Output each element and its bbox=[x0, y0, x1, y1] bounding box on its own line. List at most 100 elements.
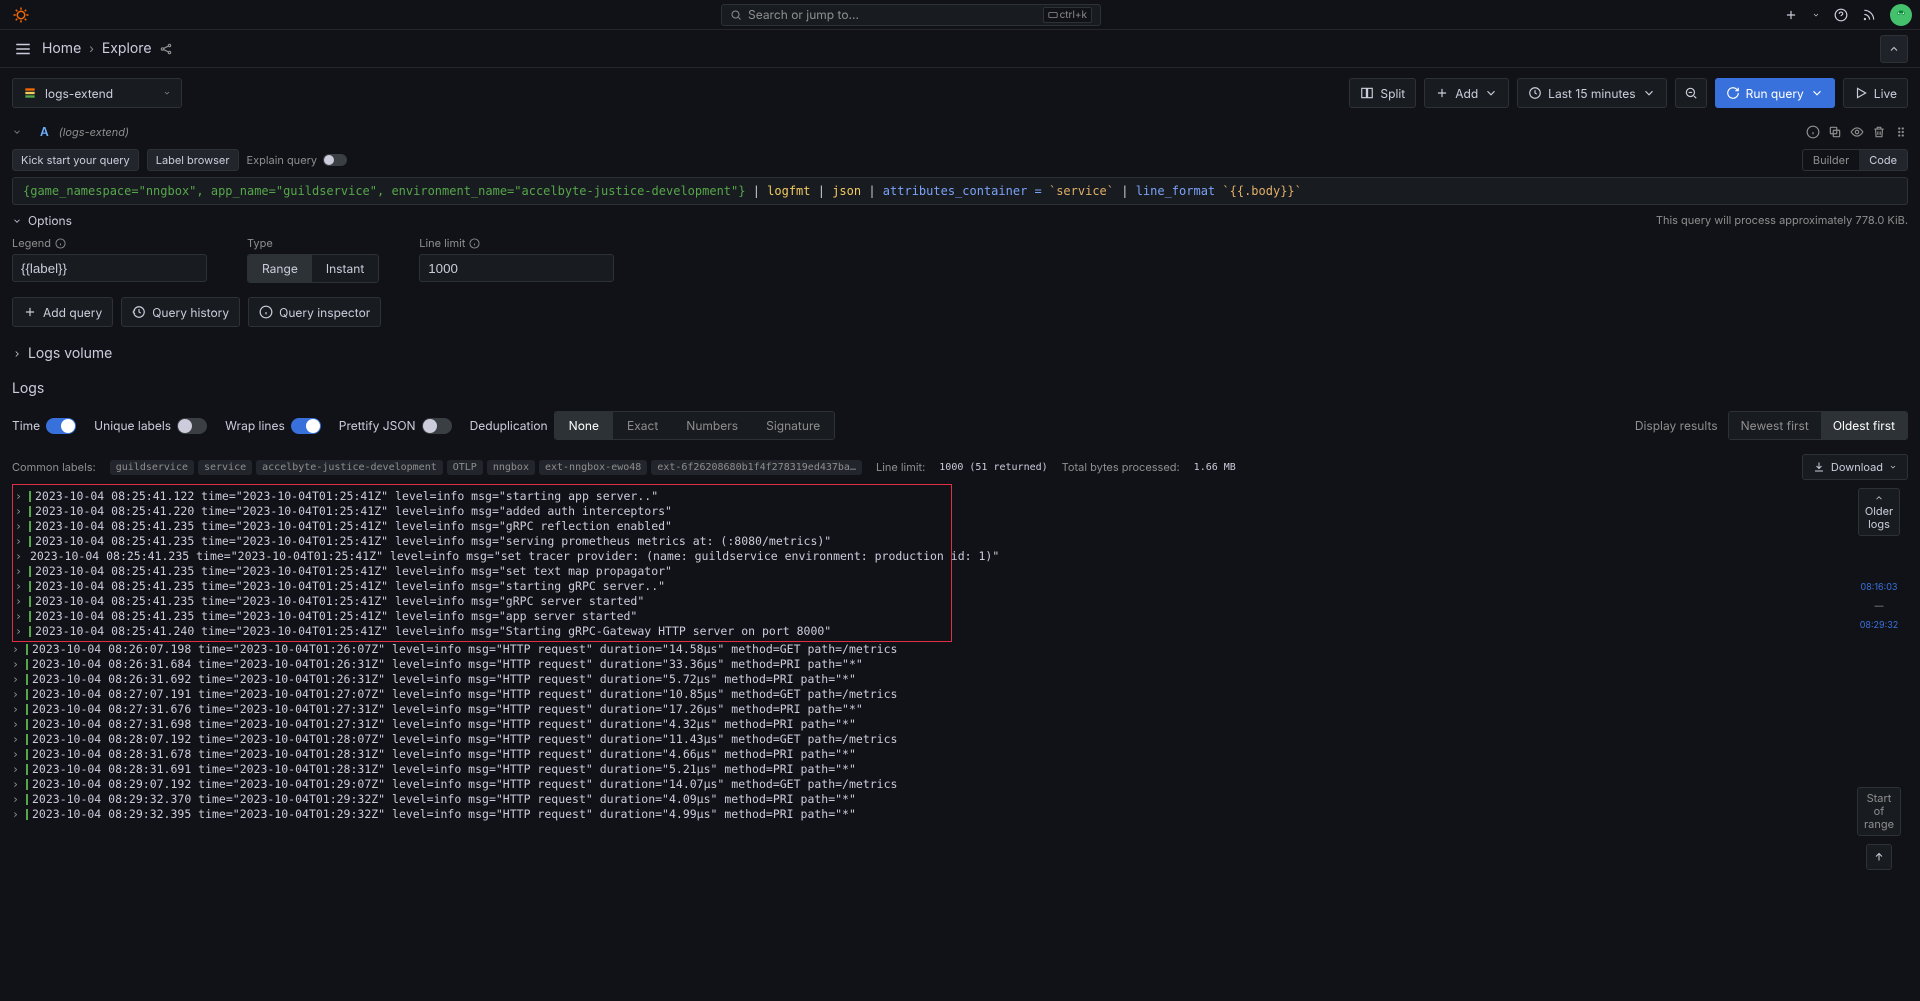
split-button[interactable]: Split bbox=[1349, 78, 1416, 108]
label-browser-button[interactable]: Label browser bbox=[147, 149, 239, 171]
log-level-bar bbox=[26, 659, 28, 670]
log-line[interactable]: ›2023-10-04 08:25:41.220 time="2023-10-0… bbox=[15, 504, 949, 519]
log-level-bar bbox=[29, 596, 31, 607]
time-range-button[interactable]: Last 15 minutes bbox=[1517, 78, 1666, 108]
menu-toggle-icon[interactable] bbox=[12, 38, 34, 60]
options-toggle[interactable]: Options bbox=[12, 213, 614, 228]
log-line[interactable]: ›2023-10-04 08:25:41.235 time="2023-10-0… bbox=[15, 609, 949, 624]
search-input[interactable]: Search or jump to... ctrl+k bbox=[721, 4, 1101, 26]
collapse-panel-button[interactable] bbox=[1880, 35, 1908, 63]
split-icon bbox=[1360, 86, 1374, 100]
log-line[interactable]: ›2023-10-04 08:25:41.235 time="2023-10-0… bbox=[15, 579, 949, 594]
chevron-down-icon[interactable] bbox=[1812, 11, 1820, 19]
add-query-button[interactable]: Add query bbox=[12, 297, 113, 327]
log-line[interactable]: ›2023-10-04 08:29:07.192 time="2023-10-0… bbox=[12, 777, 1850, 792]
log-level-bar bbox=[26, 794, 28, 805]
log-line[interactable]: ›2023-10-04 08:28:31.678 time="2023-10-0… bbox=[12, 747, 1850, 762]
plus-icon[interactable] bbox=[1784, 8, 1798, 22]
log-line[interactable]: ›2023-10-04 08:29:32.370 time="2023-10-0… bbox=[12, 792, 1850, 807]
zoom-out-button[interactable] bbox=[1675, 78, 1707, 108]
breadcrumb-separator: › bbox=[89, 41, 94, 56]
log-line[interactable]: ›2023-10-04 08:25:41.235 time="2023-10-0… bbox=[15, 519, 949, 534]
query-history-button[interactable]: Query history bbox=[121, 297, 240, 327]
logs-volume-toggle[interactable]: Logs volume bbox=[12, 345, 1908, 362]
chevron-down-icon bbox=[12, 216, 22, 226]
dedup-exact[interactable]: Exact bbox=[613, 412, 672, 439]
log-line[interactable]: ›2023-10-04 08:27:07.191 time="2023-10-0… bbox=[12, 687, 1850, 702]
chevron-right-icon: › bbox=[12, 702, 22, 717]
query-size-info: This query will process approximately 77… bbox=[1656, 213, 1908, 227]
breadcrumb-home[interactable]: Home bbox=[42, 40, 81, 57]
chevron-down-icon[interactable] bbox=[12, 127, 22, 137]
log-line[interactable]: ›2023-10-04 08:26:31.684 time="2023-10-0… bbox=[12, 657, 1850, 672]
common-label-chip: accelbyte-justice-development bbox=[256, 460, 443, 475]
eye-icon[interactable] bbox=[1850, 125, 1864, 139]
explain-query-toggle[interactable] bbox=[323, 154, 347, 166]
type-range[interactable]: Range bbox=[248, 255, 312, 282]
rss-icon[interactable] bbox=[1862, 8, 1876, 22]
opt-pretty-toggle[interactable] bbox=[422, 418, 452, 434]
datasource-select[interactable]: logs-extend bbox=[12, 78, 182, 108]
tab-code[interactable]: Code bbox=[1859, 150, 1907, 170]
sort-newest[interactable]: Newest first bbox=[1729, 412, 1821, 439]
log-line[interactable]: ›2023-10-04 08:25:41.235 time="2023-10-0… bbox=[15, 549, 949, 564]
log-text: 2023-10-04 08:25:41.235 time="2023-10-04… bbox=[35, 534, 831, 549]
zoom-out-icon bbox=[1684, 86, 1698, 100]
legend-input[interactable] bbox=[12, 254, 207, 282]
kick-start-button[interactable]: Kick start your query bbox=[12, 149, 139, 171]
log-line[interactable]: ›2023-10-04 08:28:07.192 time="2023-10-0… bbox=[12, 732, 1850, 747]
log-line[interactable]: ›2023-10-04 08:29:32.395 time="2023-10-0… bbox=[12, 807, 1850, 822]
chevron-right-icon: › bbox=[12, 762, 22, 777]
dedup-none[interactable]: None bbox=[555, 412, 613, 439]
breadcrumb-explore[interactable]: Explore bbox=[102, 40, 152, 57]
grafana-logo-icon[interactable] bbox=[12, 6, 30, 24]
sort-oldest[interactable]: Oldest first bbox=[1821, 412, 1907, 439]
highlighted-log-group: ›2023-10-04 08:25:41.122 time="2023-10-0… bbox=[12, 484, 952, 642]
history-icon bbox=[132, 305, 146, 319]
download-button[interactable]: Download bbox=[1802, 454, 1908, 480]
log-line[interactable]: ›2023-10-04 08:25:41.235 time="2023-10-0… bbox=[15, 594, 949, 609]
chevron-right-icon bbox=[12, 349, 22, 359]
run-query-button[interactable]: Run query bbox=[1715, 78, 1835, 108]
query-letter[interactable]: A bbox=[40, 124, 49, 139]
log-line[interactable]: ›2023-10-04 08:26:31.692 time="2023-10-0… bbox=[12, 672, 1850, 687]
log-line[interactable]: ›2023-10-04 08:28:31.691 time="2023-10-0… bbox=[12, 762, 1850, 777]
opt-unique-toggle[interactable] bbox=[177, 418, 207, 434]
opt-unique-label: Unique labels bbox=[94, 418, 171, 433]
older-logs-button[interactable]: Older logs bbox=[1858, 488, 1900, 536]
explain-query-label: Explain query bbox=[247, 153, 318, 167]
log-line[interactable]: ›2023-10-04 08:27:31.698 time="2023-10-0… bbox=[12, 717, 1850, 732]
chevron-right-icon: › bbox=[15, 594, 25, 609]
live-button[interactable]: Live bbox=[1843, 78, 1908, 108]
log-line[interactable]: ›2023-10-04 08:25:41.235 time="2023-10-0… bbox=[15, 534, 949, 549]
add-button[interactable]: Add bbox=[1424, 78, 1509, 108]
info-icon[interactable] bbox=[1806, 125, 1820, 139]
opt-dedup-label: Deduplication bbox=[470, 418, 548, 433]
opt-time-toggle[interactable] bbox=[46, 418, 76, 434]
scroll-to-top-button[interactable] bbox=[1866, 844, 1892, 870]
dedup-numbers[interactable]: Numbers bbox=[672, 412, 752, 439]
drag-handle-icon[interactable] bbox=[1894, 125, 1908, 139]
chevron-right-icon: › bbox=[15, 549, 22, 564]
log-line[interactable]: ›2023-10-04 08:26:07.198 time="2023-10-0… bbox=[12, 642, 1850, 657]
rail-ts-end: 08:29:32 bbox=[1860, 620, 1899, 631]
log-line[interactable]: ›2023-10-04 08:27:31.676 time="2023-10-0… bbox=[12, 702, 1850, 717]
log-level-bar bbox=[26, 749, 28, 760]
log-line[interactable]: ›2023-10-04 08:25:41.122 time="2023-10-0… bbox=[15, 489, 949, 504]
line-limit-input[interactable] bbox=[419, 254, 614, 282]
dedup-signature[interactable]: Signature bbox=[752, 412, 834, 439]
share-icon[interactable] bbox=[159, 42, 173, 56]
copy-icon[interactable] bbox=[1828, 125, 1842, 139]
common-label-chip: ext-nngbox-ewo48 bbox=[539, 460, 647, 475]
log-line[interactable]: ›2023-10-04 08:25:41.235 time="2023-10-0… bbox=[15, 564, 949, 579]
opt-wrap-toggle[interactable] bbox=[291, 418, 321, 434]
chevron-right-icon: › bbox=[15, 504, 25, 519]
query-code-input[interactable]: {game_namespace="nngbox", app_name="guil… bbox=[12, 177, 1908, 205]
help-icon[interactable] bbox=[1834, 8, 1848, 22]
trash-icon[interactable] bbox=[1872, 125, 1886, 139]
query-inspector-button[interactable]: Query inspector bbox=[248, 297, 381, 327]
tab-builder[interactable]: Builder bbox=[1803, 150, 1859, 170]
log-line[interactable]: ›2023-10-04 08:25:41.240 time="2023-10-0… bbox=[15, 624, 949, 639]
avatar[interactable] bbox=[1890, 4, 1912, 26]
type-instant[interactable]: Instant bbox=[312, 255, 378, 282]
